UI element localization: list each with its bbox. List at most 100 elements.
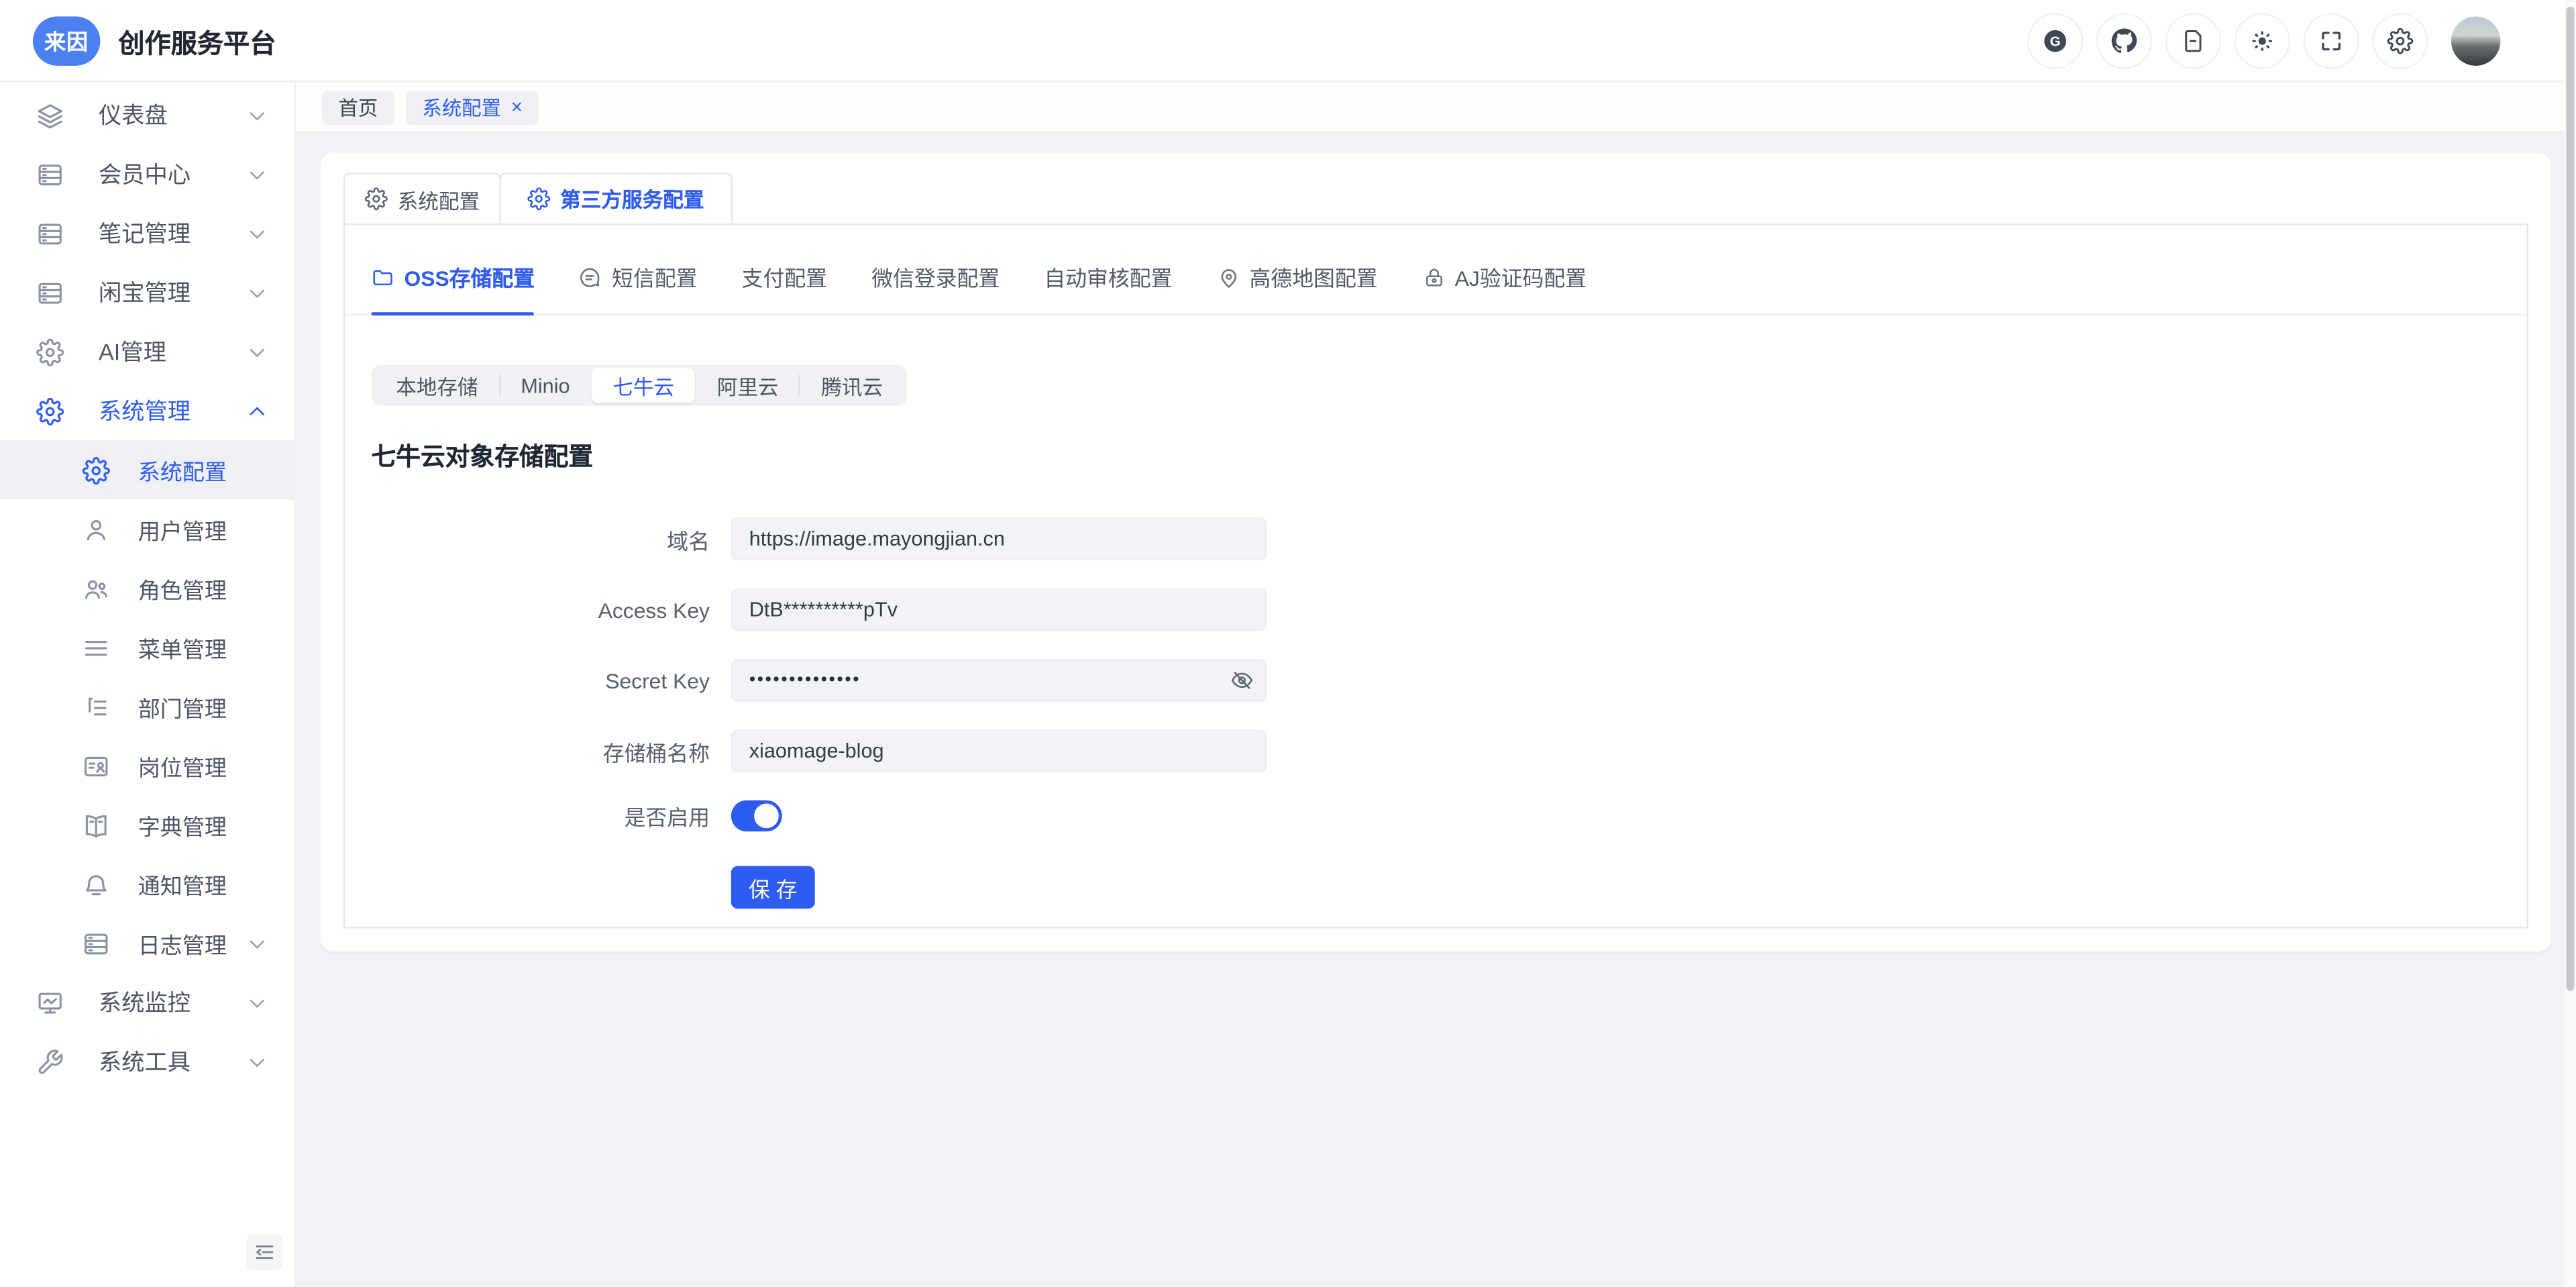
access-key-label: Access Key xyxy=(345,597,710,622)
github-icon xyxy=(2111,27,2137,53)
secret-key-label: Secret Key xyxy=(345,668,710,693)
sidebar-item-member-center[interactable]: 会员中心 xyxy=(0,145,294,204)
settings-button[interactable] xyxy=(2372,12,2428,68)
tab-oss-storage[interactable]: OSS存储配置 xyxy=(371,261,535,313)
toggle-secret-visibility-button[interactable] xyxy=(1230,669,1253,692)
app-logo: 来因 xyxy=(33,15,100,64)
gear-icon xyxy=(365,187,388,210)
sidebar-subitem-role-management[interactable]: 角色管理 xyxy=(0,559,294,618)
sidebar-item-ai[interactable]: AI管理 xyxy=(0,322,294,381)
sidebar-subitem-user-management[interactable]: 用户管理 xyxy=(0,499,294,558)
gitee-icon xyxy=(2042,27,2068,53)
sidebar-subitem-dict-management[interactable]: 字典管理 xyxy=(0,795,294,854)
seg-aliyun[interactable]: 阿里云 xyxy=(696,368,800,403)
app-title: 创作服务平台 xyxy=(118,21,276,60)
user-avatar[interactable] xyxy=(2451,15,2500,64)
tab-third-party-config[interactable]: 第三方服务配置 xyxy=(500,172,733,223)
fullscreen-button[interactable] xyxy=(2303,12,2359,68)
sidebar-item-label: 系统监控 xyxy=(99,986,246,1019)
sidebar-item-dashboard[interactable]: 仪表盘 xyxy=(0,85,294,144)
users-icon xyxy=(82,574,110,603)
tab-label: OSS存储配置 xyxy=(404,261,535,293)
eye-off-icon xyxy=(1230,669,1253,692)
sidebar-item-system-monitor[interactable]: 系统监控 xyxy=(0,973,294,1032)
chevron-down-icon xyxy=(246,1051,268,1072)
sidebar-subitem-department-management[interactable]: 部门管理 xyxy=(0,677,294,736)
chevron-down-icon xyxy=(246,341,268,362)
tab-label: 微信登录配置 xyxy=(871,261,1000,293)
sidebar-item-system-tools[interactable]: 系统工具 xyxy=(0,1032,294,1091)
sidebar-item-label: 角色管理 xyxy=(138,572,268,605)
close-icon[interactable]: × xyxy=(511,97,523,116)
sidebar-item-system-management[interactable]: 系统管理 xyxy=(0,381,294,440)
tag-label: 首页 xyxy=(338,93,378,121)
access-key-input[interactable] xyxy=(731,588,1267,631)
page-body: 系统配置 第三方服务配置 OSS存储配置 xyxy=(296,133,2576,1287)
github-button[interactable] xyxy=(2096,12,2152,68)
chevron-down-icon xyxy=(246,282,268,303)
form-row-bucket: 存储桶名称 xyxy=(345,729,2526,772)
settings-card: 系统配置 第三方服务配置 OSS存储配置 xyxy=(321,153,2552,951)
seg-qiniu[interactable]: 七牛云 xyxy=(591,368,696,403)
server-icon xyxy=(36,160,64,189)
theme-toggle-button[interactable] xyxy=(2235,12,2290,68)
third-party-panel: OSS存储配置 短信配置 支付配置 微信登录配置 xyxy=(343,225,2528,929)
header-actions xyxy=(2027,12,2543,68)
bucket-input[interactable] xyxy=(731,729,1267,772)
sidebar-item-notes[interactable]: 笔记管理 xyxy=(0,204,294,263)
tab-wechat-login-config[interactable]: 微信登录配置 xyxy=(871,261,1000,313)
sidebar-subitem-post-management[interactable]: 岗位管理 xyxy=(0,736,294,795)
seg-local-storage[interactable]: 本地存储 xyxy=(374,368,499,403)
tab-label: 自动审核配置 xyxy=(1044,261,1172,293)
bell-icon xyxy=(82,870,110,898)
docs-button[interactable] xyxy=(2165,12,2221,68)
map-pin-icon xyxy=(1217,266,1240,289)
server-icon xyxy=(36,278,64,307)
enabled-toggle[interactable] xyxy=(731,801,782,832)
sidebar-subitem-menu-management[interactable]: 菜单管理 xyxy=(0,618,294,677)
form-row-enabled: 是否启用 xyxy=(345,801,2526,832)
form-row-secret-key: Secret Key xyxy=(345,659,2526,702)
sidebar-subitem-system-config[interactable]: 系统配置 xyxy=(0,440,294,499)
sidebar-item-label: 用户管理 xyxy=(138,513,268,546)
page-scrollbar-thumb[interactable] xyxy=(2566,7,2574,991)
server-icon xyxy=(82,929,110,958)
seg-label: Minio xyxy=(521,374,570,397)
domain-input[interactable] xyxy=(731,517,1267,560)
sidebar-item-xianbao[interactable]: 闲宝管理 xyxy=(0,263,294,322)
seg-label: 本地存储 xyxy=(396,370,478,401)
indent-collapse-icon xyxy=(253,1241,276,1264)
tab-aj-captcha-config[interactable]: AJ验证码配置 xyxy=(1422,261,1587,313)
wrench-icon xyxy=(36,1047,64,1076)
tab-auto-audit-config[interactable]: 自动审核配置 xyxy=(1044,261,1172,313)
tab-label: 支付配置 xyxy=(742,261,827,293)
sidebar-item-label: 日志管理 xyxy=(138,927,247,960)
tab-payment-config[interactable]: 支付配置 xyxy=(742,261,827,313)
save-button[interactable]: 保 存 xyxy=(731,866,815,909)
tab-label: 短信配置 xyxy=(612,261,697,293)
gitee-button[interactable] xyxy=(2027,12,2083,68)
brand[interactable]: 来因 创作服务平台 xyxy=(33,15,276,64)
tag-home[interactable]: 首页 xyxy=(322,89,394,123)
sidebar-item-label: 通知管理 xyxy=(138,868,268,900)
tag-system-config[interactable]: 系统配置 × xyxy=(406,89,539,123)
sidebar-item-label: 岗位管理 xyxy=(138,750,268,782)
tab-system-config[interactable]: 系统配置 xyxy=(343,172,501,223)
tab-amap-config[interactable]: 高德地图配置 xyxy=(1217,261,1378,313)
tag-label: 系统配置 xyxy=(422,93,501,121)
qiniu-config-form: 域名 Access Key xyxy=(345,517,2526,909)
monitor-icon xyxy=(36,988,64,1017)
sidebar-subitem-notice-management[interactable]: 通知管理 xyxy=(0,854,294,913)
server-icon xyxy=(36,219,64,248)
bucket-label: 存储桶名称 xyxy=(345,735,710,767)
content-area: 首页 系统配置 × 系统配置 第三方服务 xyxy=(296,82,2576,1287)
seg-tencent[interactable]: 腾讯云 xyxy=(800,368,904,403)
sidebar-item-label: 系统管理 xyxy=(99,395,246,427)
sidebar-collapse-button[interactable] xyxy=(246,1235,282,1271)
chevron-down-icon xyxy=(246,933,268,954)
sidebar-item-label: 笔记管理 xyxy=(99,217,246,250)
sidebar-subitem-log-management[interactable]: 日志管理 xyxy=(0,914,294,973)
seg-minio[interactable]: Minio xyxy=(500,368,592,403)
tab-sms-config[interactable]: 短信配置 xyxy=(579,261,697,313)
secret-key-input[interactable] xyxy=(731,659,1267,702)
